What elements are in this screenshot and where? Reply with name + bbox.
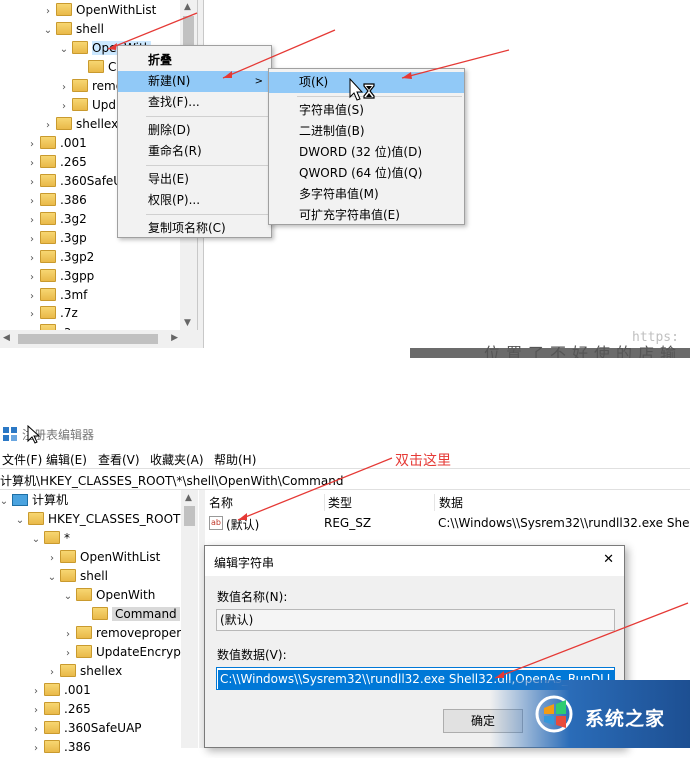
red-arrows-bottom (237, 457, 689, 679)
top-panel: ›OpenWithList⌄shell⌄OpenWithCo›remo›Upd›… (0, 0, 690, 358)
bottom-panel: 注册表编辑器 文件(F) 编辑(E) 查看(V) 收藏夹(A) 帮助(H) 计算机\HK… (0, 418, 690, 754)
red-arrows-top (107, 12, 510, 79)
